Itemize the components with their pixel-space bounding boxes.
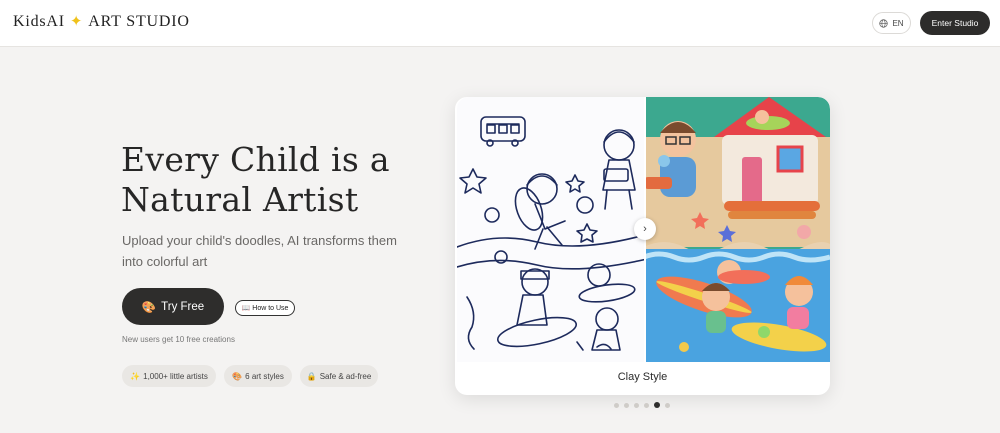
- try-free-label: Try Free: [161, 300, 205, 313]
- carousel-dot-6[interactable]: [665, 402, 670, 408]
- globe-icon: [879, 18, 889, 28]
- hero-subtitle-line-2: into colorful art: [122, 254, 208, 269]
- badge-styles-label: 6 art styles: [245, 371, 284, 381]
- how-to-use-button[interactable]: 📖 How to Use: [235, 300, 295, 316]
- carousel-dot-2[interactable]: [624, 402, 629, 408]
- carousel-dot-1[interactable]: [614, 402, 619, 408]
- hero-subtitle-line-1: Upload your child's doodles, AI transfor…: [122, 233, 397, 248]
- badge-artists: ✨ 1,000+ little artists: [122, 365, 216, 387]
- enter-studio-button[interactable]: Enter Studio: [920, 11, 990, 35]
- badge-safe-label: Safe & ad-free: [319, 371, 372, 381]
- hero-subtitle: Upload your child's doodles, AI transfor…: [122, 230, 422, 272]
- palette-icon: 🎨: [141, 301, 157, 314]
- hero-title: Every Child is a Natural Artist: [121, 140, 441, 220]
- language-label: EN: [892, 18, 904, 28]
- top-navbar: KidsAI ✦ ART STUDIO EN Enter Studio: [0, 0, 1000, 47]
- badge-safe: 🔒 Safe & ad-free: [300, 365, 378, 387]
- carousel-dot-4[interactable]: [644, 402, 649, 408]
- badge-artists-label: 1,000+ little artists: [143, 371, 208, 381]
- language-switcher[interactable]: EN: [872, 12, 911, 34]
- new-user-note: New users get 10 free creations: [122, 335, 235, 344]
- style-name-label: Clay Style: [617, 371, 668, 383]
- brand-logo[interactable]: KidsAI ✦ ART STUDIO: [13, 13, 190, 31]
- comparison-slider-handle[interactable]: ›: [634, 218, 656, 240]
- sparkles-icon: ✨: [130, 371, 141, 381]
- carousel-pagination: [614, 402, 670, 408]
- badge-styles: 🎨 6 art styles: [224, 365, 292, 387]
- style-showcase-card: › Clay Style: [455, 97, 830, 395]
- how-to-use-label: How to Use: [252, 304, 289, 312]
- logo-text-art-studio: ART STUDIO: [88, 13, 190, 30]
- hero-title-line-1: Every Child is a: [121, 140, 390, 179]
- hero-title-line-2: Natural Artist: [121, 180, 359, 219]
- sparkle-icon: ✦: [69, 13, 84, 30]
- before-after-comparison[interactable]: ›: [457, 97, 830, 362]
- logo-text-kidsai: KidsAI: [13, 13, 65, 30]
- book-icon: 📖: [241, 305, 251, 312]
- chevron-right-icon: ›: [643, 223, 647, 235]
- original-doodle-image: [457, 97, 648, 362]
- clay-style-result-image: [643, 97, 830, 362]
- carousel-dot-3[interactable]: [634, 402, 639, 408]
- palette-icon: 🎨: [232, 371, 243, 381]
- lock-icon: 🔒: [306, 371, 317, 381]
- carousel-dot-5[interactable]: [654, 402, 660, 408]
- try-free-button[interactable]: 🎨 Try Free: [122, 288, 224, 325]
